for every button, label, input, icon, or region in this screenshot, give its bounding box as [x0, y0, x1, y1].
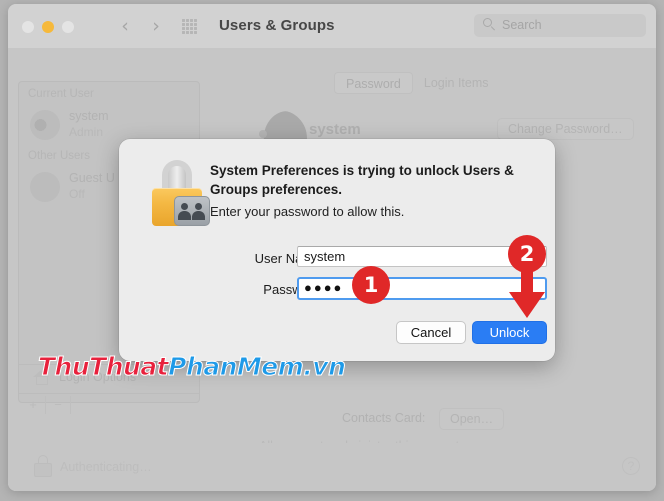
tab-login-items[interactable]: Login Items — [413, 72, 500, 94]
minimize-window-button[interactable] — [42, 21, 54, 33]
window-bottom-bar: Authenticating… ? — [8, 443, 656, 491]
search-input[interactable]: Search — [474, 14, 646, 37]
tab-password[interactable]: Password — [334, 72, 413, 94]
add-user-button[interactable]: + — [21, 396, 46, 414]
lock-with-users-badge-icon — [150, 160, 210, 226]
cancel-button[interactable]: Cancel — [396, 321, 466, 344]
dialog-subtitle: Enter your password to allow this. — [210, 204, 405, 219]
maximize-window-button[interactable] — [62, 21, 74, 33]
watermark-part-1: ThuThuat — [37, 352, 169, 382]
watermark: ThuThuatPhanMem.vn — [37, 352, 347, 382]
username-value: system — [304, 249, 346, 264]
avatar — [30, 110, 60, 140]
back-chevron-icon[interactable]: ‹ — [116, 16, 134, 36]
system-preferences-window: ‹ › Users & Groups Search Current User s… — [8, 4, 656, 491]
sidebar-group-current-user: Current User — [28, 88, 94, 100]
sidebar-item-sublabel: Admin — [69, 125, 104, 139]
unlock-button[interactable]: Unlock — [472, 321, 547, 344]
dialog-title: System Preferences is trying to unlock U… — [210, 163, 514, 197]
status-text: Authenticating… — [60, 460, 152, 474]
avatar — [30, 172, 60, 202]
annotation-step-1: 1 — [352, 266, 390, 304]
open-contacts-card-button[interactable]: Open… — [439, 408, 505, 430]
annotation-step-2: 2 — [508, 235, 546, 273]
sidebar-group-other-users: Other Users — [28, 150, 90, 162]
lock-icon[interactable] — [34, 455, 52, 477]
sidebar-action-bar: + − — [19, 393, 199, 416]
search-icon — [483, 18, 496, 31]
window-toolbar: ‹ › Users & Groups Search — [8, 4, 656, 49]
forward-chevron-icon[interactable]: › — [147, 16, 165, 36]
help-button[interactable]: ? — [622, 457, 640, 475]
sidebar-item-label: system — [69, 109, 109, 123]
detail-tabs: Password Login Items — [334, 72, 500, 94]
show-all-grid-icon[interactable] — [182, 19, 197, 34]
unlock-authentication-dialog: System Preferences is trying to unlock U… — [119, 139, 555, 361]
remove-user-button[interactable]: − — [46, 396, 71, 414]
change-password-button[interactable]: Change Password… — [497, 118, 634, 140]
search-placeholder: Search — [502, 18, 542, 32]
watermark-part-2: PhanMem.vn — [168, 352, 347, 382]
sidebar-item-label: Guest U — [69, 171, 115, 185]
close-window-button[interactable] — [22, 21, 34, 33]
sidebar-item-sublabel: Off — [69, 187, 85, 201]
password-value: ●●●● — [304, 280, 344, 295]
page-title: Users & Groups — [219, 17, 335, 34]
account-name: system — [309, 121, 361, 138]
contacts-card-label: Contacts Card: — [342, 411, 426, 425]
